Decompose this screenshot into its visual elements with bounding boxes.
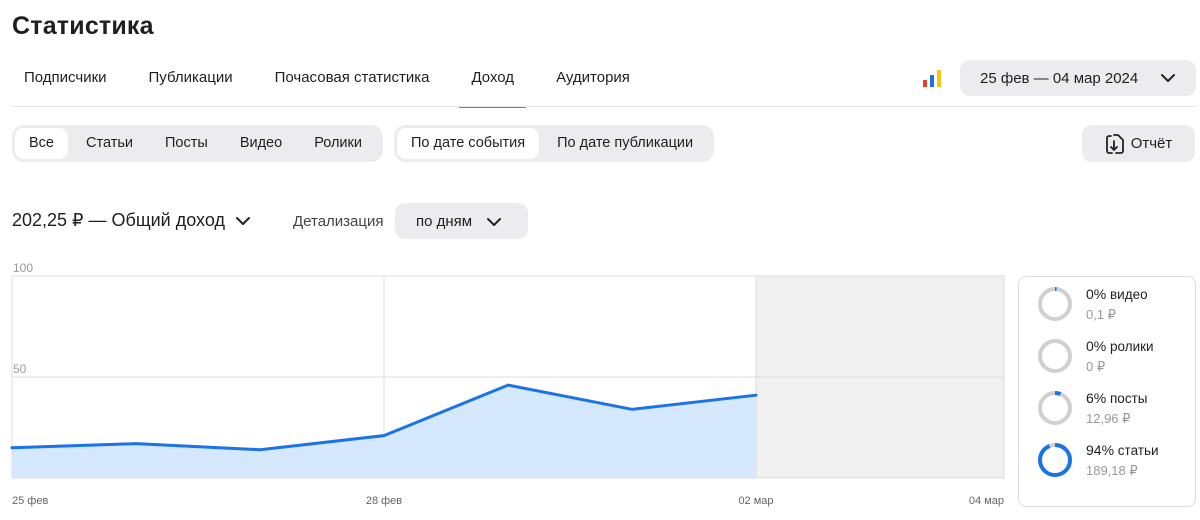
share-ring-track — [1038, 391, 1072, 425]
chevron-down-icon — [1161, 74, 1175, 82]
data-point — [11, 447, 13, 449]
breakdown-amount: 189,18 ₽ — [1086, 463, 1138, 478]
x-tick-label: 28 фев — [366, 495, 402, 507]
share-ring-track — [1038, 339, 1072, 373]
chevron-down-icon — [235, 216, 250, 225]
page-title: Статистика — [12, 12, 154, 40]
data-point — [259, 449, 261, 451]
filter-by-publication-date[interactable]: По дате публикации — [543, 128, 707, 159]
breakdown-label: видео — [1110, 287, 1148, 302]
breakdown-row-shorts: 0% ролики 0 ₽ — [1037, 338, 1154, 375]
breakdown-percent: 6% — [1086, 390, 1107, 406]
report-button-label: Отчёт — [1130, 135, 1173, 152]
share-ring — [1038, 287, 1072, 321]
date-mode-filter: По дате события По дате публикации — [394, 125, 715, 162]
breakdown-label: посты — [1110, 391, 1148, 406]
detail-select-value: по дням — [416, 212, 473, 230]
breakdown-row-posts: 6% посты 12,96 ₽ — [1037, 390, 1147, 427]
data-point — [383, 435, 385, 437]
data-point — [631, 408, 633, 410]
breakdown-label: ролики — [1110, 339, 1154, 354]
breakdown-label: статьи — [1117, 443, 1159, 458]
x-tick-label: 25 фев — [12, 495, 48, 507]
tabs-divider — [12, 106, 1196, 107]
tab-subscribers[interactable]: Подписчики — [12, 58, 119, 108]
share-ring — [1038, 391, 1072, 425]
x-tick-label: 04 мар — [969, 495, 1004, 507]
date-range-picker[interactable]: 25 фев — 04 мар 2024 — [960, 60, 1196, 96]
filter-articles[interactable]: Статьи — [72, 128, 147, 159]
detail-select[interactable]: по дням — [395, 203, 528, 239]
total-income-selector[interactable]: 202,25 ₽ — Общий доход — [12, 210, 251, 231]
y-tick-label: 100 — [13, 261, 33, 275]
breakdown-amount: 0 ₽ — [1086, 359, 1106, 374]
breakdown-row-articles: 94% статьи 189,18 ₽ — [1037, 442, 1159, 479]
tab-income[interactable]: Доход — [459, 58, 526, 108]
stats-tabs: Подписчики Публикации Почасовая статисти… — [12, 58, 660, 108]
income-breakdown: 0% видео 0,1 ₽ 0% ролики 0 ₽ 6% посты 12… — [1018, 276, 1196, 507]
filter-by-event-date[interactable]: По дате события — [397, 128, 540, 159]
data-point — [135, 443, 137, 445]
filter-posts[interactable]: Посты — [151, 128, 222, 159]
breakdown-percent: 94% — [1086, 442, 1115, 458]
share-ring-fill — [1038, 443, 1072, 477]
breakdown-amount: 12,96 ₽ — [1086, 411, 1131, 426]
filter-shorts[interactable]: Ролики — [300, 128, 376, 159]
date-range-label: 25 фев — 04 мар 2024 — [980, 69, 1139, 87]
filter-videos[interactable]: Видео — [226, 128, 296, 159]
content-type-filter: Все Статьи Посты Видео Ролики — [12, 125, 383, 162]
breakdown-amount: 0,1 ₽ — [1086, 307, 1116, 322]
tab-publications[interactable]: Публикации — [137, 58, 245, 108]
data-point — [755, 394, 757, 396]
income-chart: 05010025 фев28 фев02 мар04 мар — [10, 261, 1005, 507]
data-point — [507, 384, 509, 386]
share-ring — [1038, 443, 1072, 477]
detail-label: Детализация — [293, 213, 384, 230]
total-income: 202,25 ₽ — Общий доход — [12, 210, 225, 230]
breakdown-percent: 0% — [1086, 286, 1107, 302]
x-tick-label: 02 мар — [738, 495, 773, 507]
download-document-icon — [1105, 133, 1124, 154]
tab-hourly-stats[interactable]: Почасовая статистика — [263, 58, 442, 108]
chevron-down-icon — [487, 218, 501, 226]
filter-all[interactable]: Все — [15, 128, 68, 159]
breakdown-row-videos: 0% видео 0,1 ₽ — [1037, 286, 1148, 323]
share-ring-track — [1038, 287, 1072, 321]
share-ring — [1038, 339, 1072, 373]
breakdown-percent: 0% — [1086, 338, 1107, 354]
report-button[interactable]: Отчёт — [1082, 125, 1195, 162]
y-tick-label: 50 — [13, 362, 27, 376]
tab-audience[interactable]: Аудитория — [544, 58, 642, 108]
bar-chart-icon[interactable] — [922, 68, 942, 88]
